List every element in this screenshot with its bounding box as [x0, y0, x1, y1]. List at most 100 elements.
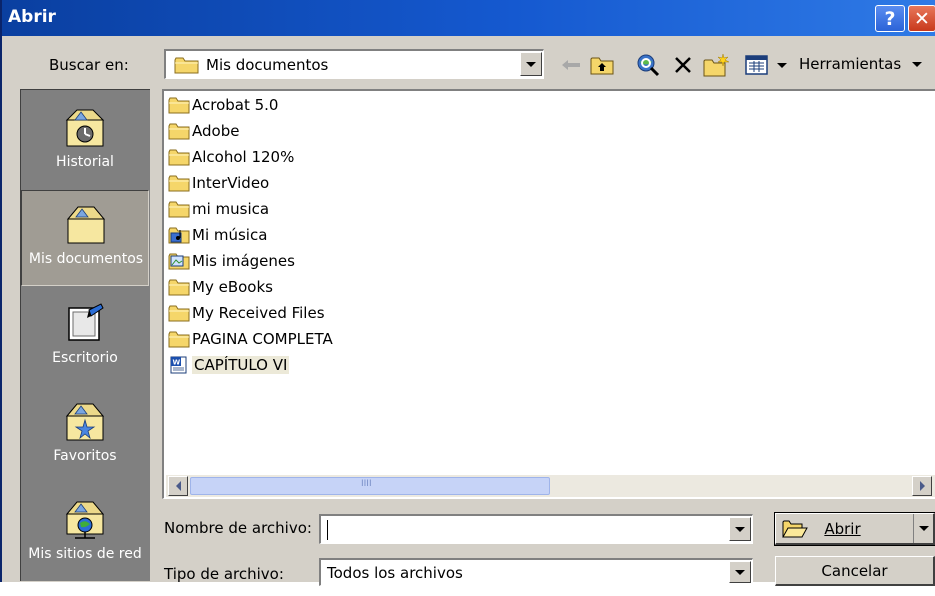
file-list-item[interactable]: My Received Files	[168, 301, 325, 325]
folder-icon	[168, 149, 190, 166]
look-in-combo[interactable]: Mis documentos	[164, 49, 544, 79]
folder-icon	[168, 201, 190, 218]
close-icon: ✕	[914, 7, 930, 30]
views-icon	[745, 55, 768, 75]
filetype-value: Todos los archivos	[327, 564, 463, 582]
scroll-right-button[interactable]	[912, 476, 932, 496]
network-places-icon	[65, 501, 105, 539]
back-arrow-icon	[562, 60, 580, 70]
file-list-item[interactable]: W CAPÍTULO VI	[168, 353, 290, 377]
place-historial[interactable]: Historial	[21, 94, 149, 190]
open-folder-icon	[782, 520, 808, 538]
filetype-select[interactable]: Todos los archivos	[319, 558, 753, 586]
chevron-left-icon	[175, 481, 181, 491]
place-label: Mis documentos	[28, 251, 144, 267]
music-folder-icon	[168, 227, 190, 244]
pictures-folder-icon	[168, 253, 190, 270]
folder-icon	[174, 57, 199, 74]
window-title: Abrir	[8, 7, 56, 27]
views-button[interactable]	[740, 52, 792, 78]
new-folder-icon	[703, 53, 730, 77]
file-name: Mis imágenes	[192, 252, 295, 270]
up-one-level-button[interactable]	[588, 52, 616, 78]
file-list-item[interactable]: InterVideo	[168, 171, 269, 195]
scrollbar-grip: IIII	[361, 479, 372, 489]
scroll-left-button[interactable]	[168, 476, 188, 496]
open-dialog: Abrir ? ✕ Buscar en: Mis documentos Herr…	[0, 0, 935, 586]
file-name: InterVideo	[192, 174, 270, 192]
file-name: My eBooks	[192, 278, 273, 296]
file-list-item[interactable]: My eBooks	[168, 275, 273, 299]
back-button[interactable]	[558, 52, 584, 78]
file-list[interactable]: Acrobat 5.0 Adobe Alcohol 120% InterVide…	[162, 89, 935, 499]
filename-input[interactable]	[319, 514, 753, 544]
places-bar: Historial Mis documentos Escritorio Favo…	[20, 89, 150, 581]
file-list-item[interactable]: Adobe	[168, 119, 239, 143]
close-button[interactable]: ✕	[908, 5, 935, 32]
folder-icon	[168, 279, 190, 296]
file-name: Acrobat 5.0	[192, 96, 279, 114]
place-label: Mis sitios de red	[28, 546, 142, 562]
chevron-down-icon	[735, 526, 745, 532]
help-button[interactable]: ?	[875, 5, 905, 32]
my-documents-icon	[66, 206, 106, 244]
file-name: PAGINA COMPLETA	[192, 330, 333, 348]
look-in-label: Buscar en:	[49, 56, 129, 74]
tools-menu[interactable]: Herramientas	[799, 55, 922, 73]
file-name: My Received Files	[192, 304, 325, 322]
text-caret	[327, 520, 328, 540]
search-web-button[interactable]	[634, 52, 662, 78]
file-name: Alcohol 120%	[192, 148, 295, 166]
filename-dropdown-button[interactable]	[729, 517, 751, 541]
look-in-dropdown-button[interactable]	[520, 52, 542, 76]
place-escritorio[interactable]: Escritorio	[21, 290, 149, 386]
folder-icon	[168, 97, 190, 114]
folder-icon	[168, 305, 190, 322]
folder-icon	[168, 175, 190, 192]
open-button[interactable]: Abrir	[774, 512, 935, 546]
history-icon	[65, 109, 105, 147]
open-options-dropdown[interactable]	[913, 514, 933, 543]
word-document-icon: W	[170, 356, 187, 374]
filetype-dropdown-button[interactable]	[729, 561, 751, 583]
place-favoritos[interactable]: Favoritos	[21, 388, 149, 484]
file-list-item[interactable]: PAGINA COMPLETA	[168, 327, 333, 351]
file-list-item[interactable]: Alcohol 120%	[168, 145, 294, 169]
cancel-button-label: Cancelar	[821, 561, 888, 580]
look-in-value: Mis documentos	[206, 56, 329, 74]
chevron-down-icon	[918, 526, 929, 531]
place-label: Favoritos	[53, 448, 117, 464]
horizontal-scrollbar[interactable]: IIII	[166, 475, 935, 497]
open-button-label: Abrir	[824, 519, 861, 538]
file-name: CAPÍTULO VI	[192, 356, 290, 374]
filetype-label: Tipo de archivo:	[164, 565, 284, 583]
place-label: Escritorio	[52, 350, 118, 366]
file-list-item[interactable]: Mis imágenes	[168, 249, 295, 273]
file-list-item[interactable]: Mi música	[168, 223, 267, 247]
search-web-icon	[637, 54, 660, 77]
file-list-item[interactable]: Acrobat 5.0	[168, 93, 278, 117]
folder-icon	[168, 331, 190, 348]
file-name: Mi música	[192, 226, 268, 244]
file-name: Adobe	[192, 122, 240, 140]
filename-label: Nombre de archivo:	[164, 519, 312, 537]
chevron-down-icon	[777, 62, 787, 68]
file-list-item[interactable]: mi musica	[168, 197, 269, 221]
file-name: mi musica	[192, 200, 270, 218]
place-mis-sitios-de-red[interactable]: Mis sitios de red	[21, 486, 149, 582]
new-folder-button[interactable]	[702, 52, 732, 78]
chevron-down-icon	[526, 61, 536, 67]
place-label: Historial	[56, 154, 114, 170]
place-mis-documentos[interactable]: Mis documentos	[21, 190, 149, 286]
favorites-icon	[65, 403, 105, 441]
chevron-down-icon	[735, 569, 745, 575]
help-icon: ?	[884, 7, 896, 30]
desktop-icon	[68, 303, 104, 341]
delete-button[interactable]	[670, 52, 696, 78]
title-bar[interactable]: Abrir ? ✕	[2, 0, 935, 36]
scrollbar-thumb[interactable]: IIII	[190, 477, 550, 495]
folder-icon	[168, 123, 190, 140]
cancel-button[interactable]: Cancelar	[775, 556, 935, 586]
chevron-right-icon	[919, 481, 925, 491]
delete-icon	[675, 57, 691, 73]
